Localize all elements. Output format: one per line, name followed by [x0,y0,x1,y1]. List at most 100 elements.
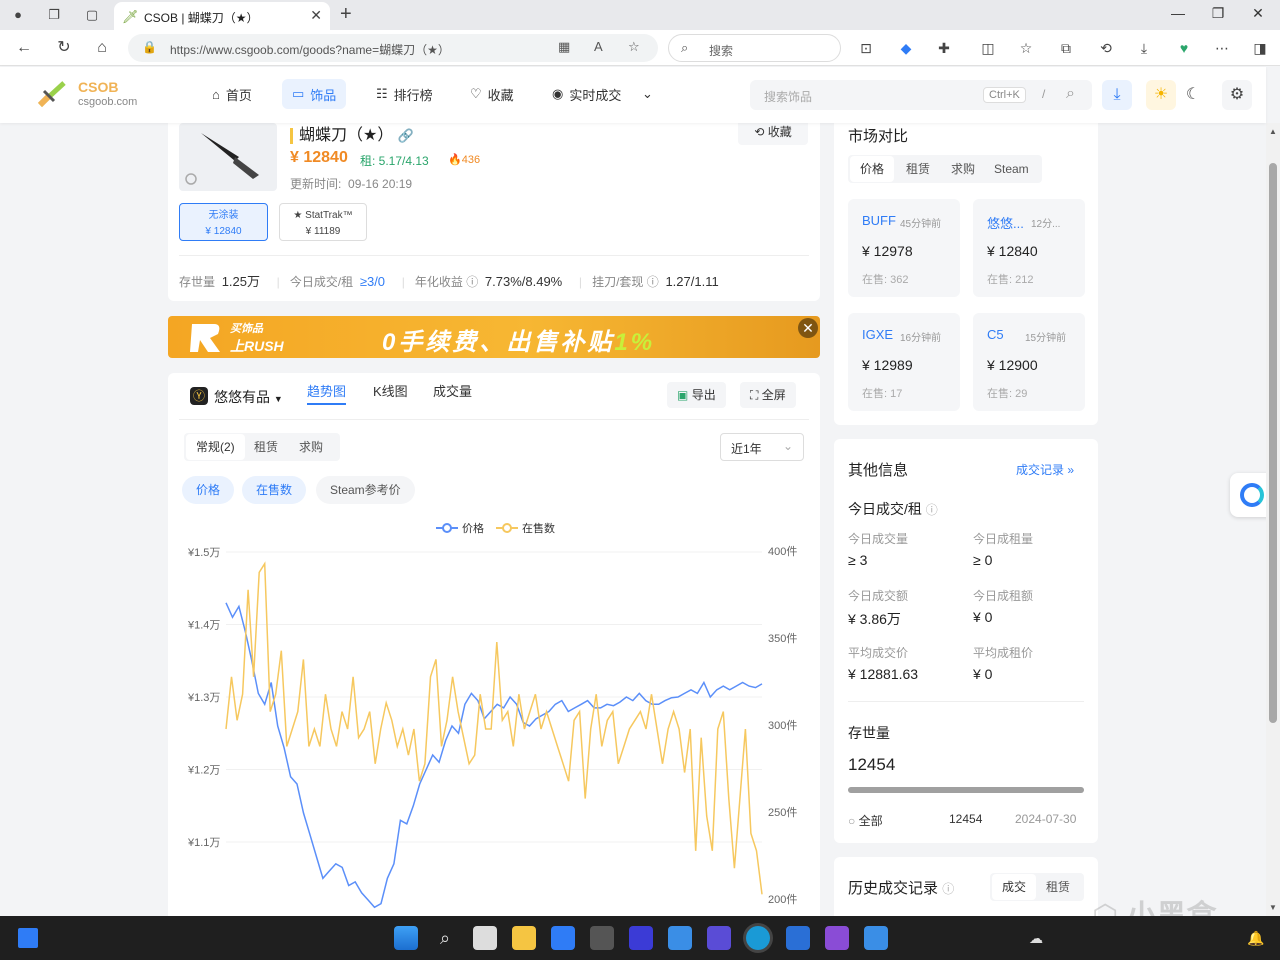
edge-icon[interactable] [746,926,770,950]
tab-volume[interactable]: 成交量 [433,381,472,400]
app-icon[interactable] [590,926,614,950]
scrollbar-thumb[interactable] [1269,163,1277,723]
nav-more-chevron-icon[interactable]: ⌄ [632,79,663,109]
favorite-button[interactable]: ⟲ 收藏 [738,123,808,145]
address-bar[interactable]: 🔒 https://www.csgoob.com/goods?name=蝴蝶刀（… [128,34,658,62]
nav-home[interactable]: ⌂ 首页 [202,79,262,109]
market-card-youpin[interactable]: 悠悠... 12分... ¥ 12840 在售: 212 [973,199,1085,297]
profile-icon[interactable]: ● [8,5,28,25]
market-tab-price[interactable]: 价格 [850,156,895,182]
browser-essentials-icon[interactable]: ♥ [1174,38,1194,58]
more-menu-icon[interactable]: ⋯ [1212,38,1232,58]
wear-option-stattrak[interactable]: ★ StatTrak™ ¥ 11189 [279,203,367,241]
nav-items[interactable]: ▭ 饰品 [282,79,347,109]
help-icon[interactable]: ⓘ [942,882,954,896]
nav-ranking[interactable]: ☷ 排行榜 [366,79,443,109]
rush-ad-banner[interactable]: 买饰品 上RUSH 0手续费、出售补贴1% ✕ [168,316,820,358]
extensions-puzzle-icon[interactable]: ✚ [934,38,954,58]
refresh-icon[interactable]: ↻ [54,38,74,58]
close-window-icon[interactable]: ✕ [1248,5,1268,22]
help-icon[interactable]: ⓘ [647,275,659,289]
link-icon[interactable]: 🔗 [398,128,414,143]
app-icon[interactable] [707,926,731,950]
download-app-icon[interactable]: ⤓ [1102,80,1132,110]
back-icon[interactable]: ← [14,38,34,58]
widgets-icon[interactable] [18,928,38,948]
history-icon[interactable]: ⟲ [1096,38,1116,58]
filter-price[interactable]: 价格 [182,476,235,504]
market-card-buff[interactable]: BUFF 45分钟前 ¥ 12978 在售: 362 [848,199,960,297]
lock-icon[interactable]: 🔒 [142,40,157,54]
sidebar-icon[interactable]: ◨ [1250,38,1270,58]
visual-studio-icon[interactable] [825,926,849,950]
tab-trend[interactable]: 趋势图 [307,381,347,405]
site-search-input[interactable]: 搜索饰品 Ctrl+K / ⌕ [750,80,1092,110]
workspaces-icon[interactable]: ❐ [44,5,64,25]
history-tab-rent[interactable]: 租赁 [1036,874,1080,900]
fullscreen-button[interactable]: ⛶ 全屏 [740,382,796,408]
search-icon[interactable]: ⌕ [1066,85,1075,103]
downloads-icon[interactable]: ⤓ [1134,38,1154,58]
help-icon[interactable]: ⓘ [926,503,938,517]
market-tab-rent[interactable]: 租赁 [896,156,940,182]
screenshot-icon[interactable]: ⊡ [856,38,876,58]
scroll-up-icon[interactable]: ▲ [1269,127,1277,136]
new-tab-icon[interactable]: + [340,3,352,26]
browser-tab[interactable]: 🗡 CSOB | 蝴蝶刀（★） ✕ [114,2,330,30]
floating-assistant[interactable] [1230,473,1266,517]
task-view-icon[interactable] [473,926,497,950]
app-icon[interactable] [668,926,692,950]
url-text[interactable]: https://www.csgoob.com/goods?name=蝴蝶刀（★） [170,41,450,58]
export-button[interactable]: ▣ 导出 [667,382,726,408]
filter-steam[interactable]: Steam参考价 [316,476,415,504]
settings-gear-icon[interactable]: ⚙ [1222,80,1252,110]
windows-start-icon[interactable] [394,926,418,950]
weather-icon[interactable]: ☁ [1024,926,1048,950]
market-card-c5[interactable]: C5 15分钟前 ¥ 12900 在售: 29 [973,313,1085,411]
item-thumbnail[interactable] [179,123,277,191]
market-card-igxe[interactable]: IGXE 16分钟前 ¥ 12989 在售: 17 [848,313,960,411]
filter-onsale[interactable]: 在售数 [242,476,307,504]
subtab-normal[interactable]: 常规(2) [186,434,245,460]
app-icon[interactable] [864,926,888,950]
dark-theme-icon[interactable]: ☾ [1178,80,1208,110]
app-icon[interactable] [786,926,810,950]
notification-icon[interactable]: 🔔 [1244,926,1268,950]
tab-actions-icon[interactable]: ▢ [82,5,102,25]
reader-icon[interactable]: ▦ [558,39,570,55]
tab-kline[interactable]: K线图 [373,381,408,400]
light-theme-icon[interactable]: ☀ [1146,80,1176,110]
wear-option-plain[interactable]: 无涂装 ¥ 12840 [179,203,268,241]
trade-records-link[interactable]: 成交记录 » [1016,461,1074,478]
help-icon[interactable]: ⓘ [466,275,478,289]
subtab-buy[interactable]: 求购 [289,434,333,460]
minimize-icon[interactable]: — [1168,5,1188,21]
extension-icon[interactable]: ◆ [896,38,916,58]
restore-icon[interactable]: ❐ [1208,5,1228,22]
market-tab-buy[interactable]: 求购 [941,156,985,182]
close-banner-icon[interactable]: ✕ [798,318,818,338]
platform-select[interactable]: 悠悠有品 ▼ [214,387,283,407]
nav-favorites[interactable]: ♡ 收藏 [460,79,524,109]
home-icon[interactable]: ⌂ [92,38,112,58]
history-tab-trade[interactable]: 成交 [992,874,1037,900]
brand-name[interactable]: CSOB [78,79,118,95]
subtab-rent[interactable]: 租赁 [244,434,288,460]
scroll-down-icon[interactable]: ▼ [1269,903,1277,912]
app-icon[interactable] [629,926,653,950]
page-scrollbar[interactable]: ▲ ▼ [1266,123,1280,916]
market-tab-steam[interactable]: Steam [984,156,1039,182]
favorite-star-icon[interactable]: ☆ [628,39,640,55]
search-icon[interactable]: ⌕ [433,926,457,950]
browser-search[interactable]: ⌕ 搜索 [668,34,841,62]
csob-logo-icon[interactable] [36,79,70,109]
today-value[interactable]: ≥3/0 [360,274,385,289]
read-aloud-icon[interactable]: A [594,39,603,54]
range-select[interactable]: 近1年 ⌄ [720,433,804,461]
trend-chart[interactable]: 价格 在售数 ¥1.5万 ¥1.4万 ¥1.3万 ¥1.2万 ¥1.1万 400件 350件 30… [168,518,820,916]
close-tab-icon[interactable]: ✕ [310,7,322,24]
store-icon[interactable] [551,926,575,950]
nav-live-trades[interactable]: ◉ 实时成交 [542,79,631,109]
favorites-icon[interactable]: ☆ [1016,38,1036,58]
split-screen-icon[interactable]: ◫ [978,38,998,58]
